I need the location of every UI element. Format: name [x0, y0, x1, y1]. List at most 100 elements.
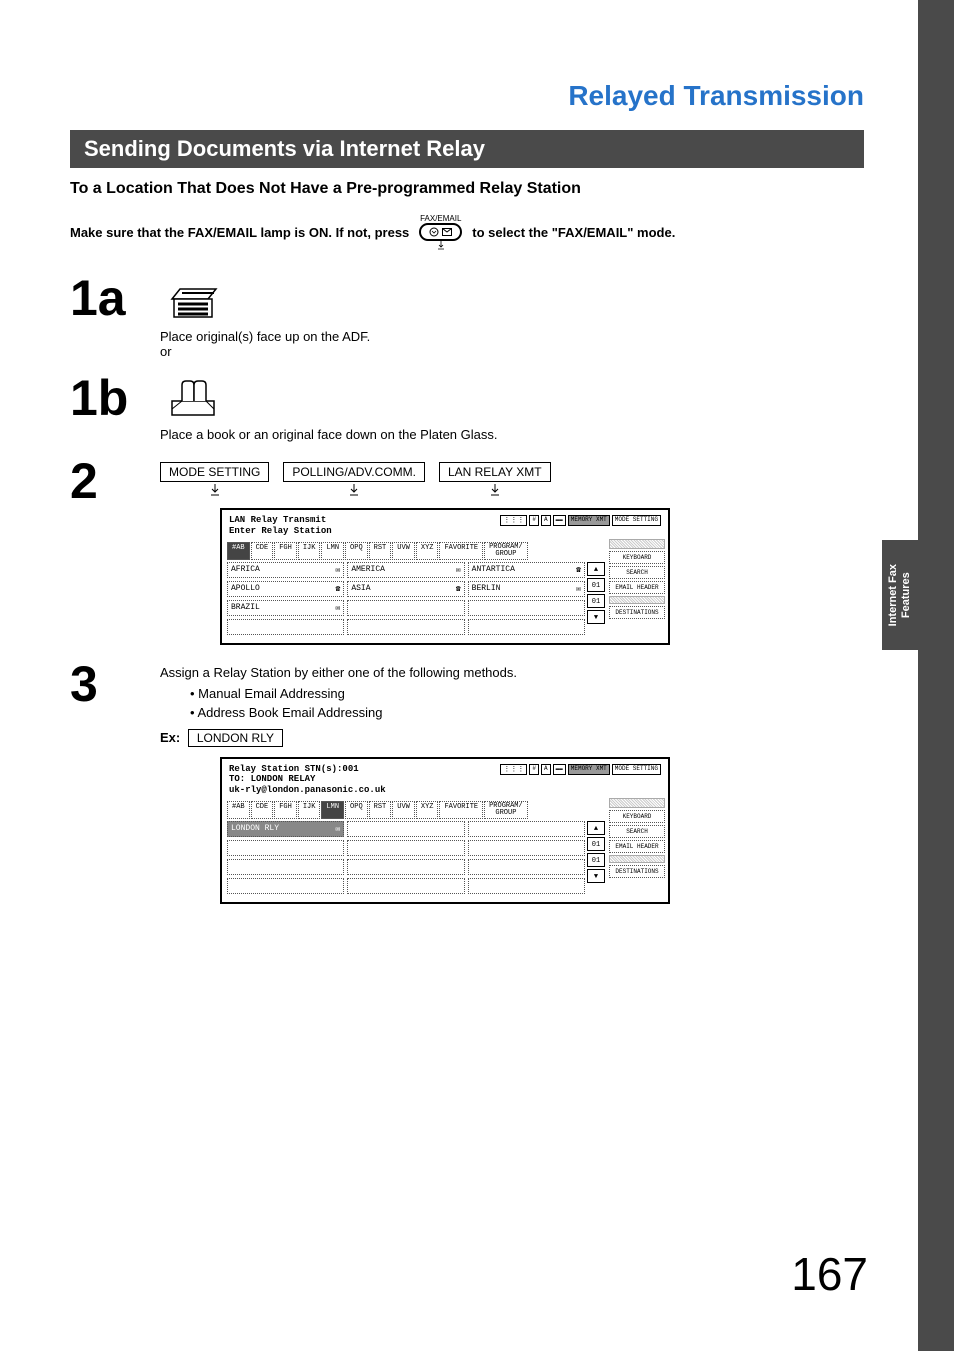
scroll-down-icon: ▼	[587, 610, 605, 624]
step-number-3: 3	[70, 659, 160, 709]
mail-icon: ✉	[336, 824, 341, 834]
cell-america: AMERICA	[351, 565, 385, 574]
tab-ijk: IJK	[298, 542, 321, 560]
screen1-grid: AFRICA ✉ AMERICA ✉ ANTARTICA ☎ APOLLO ☎ ASIA…	[227, 562, 585, 638]
screen1-tabs: #AB CDE FGH IJK LMN OPQ RST UVW XYZ FAVO…	[225, 542, 607, 560]
search-btn: SEARCH	[609, 825, 665, 838]
section-title-bar: Sending Documents via Internet Relay	[70, 130, 864, 168]
phone-icon: ☎	[336, 584, 341, 594]
keyboard-btn: KEYBOARD	[609, 810, 665, 823]
step-3-text: Assign a Relay Station by either one of …	[160, 665, 864, 680]
tab-opq: OPQ	[345, 542, 368, 560]
screen1-line2: Enter Relay Station	[229, 526, 332, 537]
cell-africa: AFRICA	[231, 565, 260, 574]
mail-icon: ✉	[456, 565, 461, 575]
tab-uvw: UVW	[392, 801, 415, 819]
cell-apollo: APOLLO	[231, 584, 260, 593]
step-number-1b: 1b	[70, 373, 160, 423]
email-header-btn: EMAIL HEADER	[609, 581, 665, 594]
scroll-total: 01	[587, 853, 605, 867]
tab-cde: CDE	[251, 542, 274, 560]
step-3: 3 Assign a Relay Station by either one o…	[70, 659, 864, 904]
cell-london-rly: LONDON RLY	[231, 824, 279, 833]
button-chain: MODE SETTING POLLING/ADV.COMM. LAN RELAY…	[160, 462, 864, 498]
bullet-address-book: • Address Book Email Addressing	[190, 703, 864, 723]
screen2-tabs: #AB CDE FGH IJK LMN OPQ RST UVW XYZ FAVO…	[225, 801, 607, 819]
tab-fgh: FGH	[274, 542, 297, 560]
tab-xyz: XYZ	[416, 801, 439, 819]
mode-setting-btn: MODE SETTING	[612, 764, 661, 775]
press-icon	[345, 484, 363, 498]
right-margin-bar	[918, 0, 954, 1351]
mail-icon: ✉	[336, 603, 341, 613]
keyboard-btn: KEYBOARD	[609, 551, 665, 564]
page-number: 167	[791, 1247, 868, 1301]
screen2-scroll: ▲ 01 01 ▼	[587, 821, 605, 897]
step-1a-text: Place original(s) face up on the ADF.	[160, 329, 864, 344]
scroll-page: 01	[587, 837, 605, 851]
tab-ab: #AB	[227, 801, 250, 819]
screen2-line2: TO: LONDON RELAY	[229, 774, 386, 785]
phone-icon: ☎	[456, 584, 461, 594]
press-icon	[486, 484, 504, 498]
scroll-total: 01	[587, 594, 605, 608]
lcd-screen-enter-relay: LAN Relay Transmit Enter Relay Station ⋮…	[220, 508, 670, 645]
tab-lmn: LMN	[321, 801, 344, 819]
screen-header-icons: ⋮⋮⋮ # A ▬▬ MEMORY XMT MODE SETTING	[500, 764, 661, 775]
fax-email-label: FAX/EMAIL	[420, 214, 461, 223]
step-2: 2 MODE SETTING POLLING/ADV.COMM. LAN REL…	[70, 456, 864, 645]
screen1-side-panel: KEYBOARD SEARCH EMAIL HEADER DESTINATION…	[609, 539, 665, 640]
destinations-btn: DESTINATIONS	[609, 865, 665, 878]
tab-favorite: FAVORITE	[439, 801, 483, 819]
screen2-line3: uk-rly@london.panasonic.co.uk	[229, 785, 386, 796]
scroll-up-icon: ▲	[587, 562, 605, 576]
subsection-title: To a Location That Does Not Have a Pre-p…	[70, 180, 864, 198]
example-label: Ex:	[160, 730, 180, 745]
step-1b: 1b Place a book or an original face down…	[70, 373, 864, 442]
step-number-2: 2	[70, 456, 160, 506]
tab-program-group: PROGRAM/ GROUP	[484, 542, 528, 560]
screen2-line1: Relay Station STN(s):001	[229, 764, 386, 775]
tab-lmn: LMN	[321, 542, 344, 560]
cell-berlin: BERLIN	[472, 584, 501, 593]
polling-adv-comm-button: POLLING/ADV.COMM.	[283, 462, 425, 498]
instruction-part1: Make sure that the FAX/EMAIL lamp is ON.…	[70, 225, 409, 240]
mail-icon: ✉	[576, 584, 581, 594]
platen-glass-icon	[168, 379, 218, 419]
cell-brazil: BRAZIL	[231, 603, 260, 612]
chapter-side-tab: Internet Fax Features	[882, 540, 918, 650]
tab-rst: RST	[369, 801, 392, 819]
scroll-down-icon: ▼	[587, 869, 605, 883]
destinations-btn: DESTINATIONS	[609, 606, 665, 619]
tab-uvw: UVW	[392, 542, 415, 560]
bullet-manual: • Manual Email Addressing	[190, 684, 864, 704]
lan-relay-label: LAN RELAY XMT	[448, 465, 542, 479]
cell-antartica: ANTARTICA	[472, 565, 515, 574]
tab-opq: OPQ	[345, 801, 368, 819]
cell-asia: ASIA	[351, 584, 370, 593]
press-indicator-icon	[434, 241, 448, 251]
screen2-grid: LONDON RLY ✉	[227, 821, 585, 897]
tab-favorite: FAVORITE	[439, 542, 483, 560]
press-icon	[206, 484, 224, 498]
screen1-scroll: ▲ 01 01 ▼	[587, 562, 605, 638]
tab-ab: #AB	[227, 542, 250, 560]
tab-fgh: FGH	[274, 801, 297, 819]
step-1b-text: Place a book or an original face down on…	[160, 427, 864, 442]
lcd-screen-relay-station: Relay Station STN(s):001 TO: LONDON RELA…	[220, 757, 670, 904]
memory-xmt-btn: MEMORY XMT	[568, 515, 610, 526]
mode-setting-label: MODE SETTING	[169, 465, 260, 479]
mail-icon: ✉	[336, 565, 341, 575]
tab-xyz: XYZ	[416, 542, 439, 560]
tab-cde: CDE	[251, 801, 274, 819]
polling-label: POLLING/ADV.COMM.	[292, 465, 416, 479]
screen1-line1: LAN Relay Transmit	[229, 515, 332, 526]
mode-setting-button: MODE SETTING	[160, 462, 269, 498]
tab-ijk: IJK	[298, 801, 321, 819]
fax-email-icon	[419, 223, 462, 241]
scroll-up-icon: ▲	[587, 821, 605, 835]
instruction-part2: to select the "FAX/EMAIL" mode.	[472, 225, 675, 240]
scroll-page: 01	[587, 578, 605, 592]
screen2-side-panel: KEYBOARD SEARCH EMAIL HEADER DESTINATION…	[609, 798, 665, 899]
step-1a-or: or	[160, 344, 864, 359]
